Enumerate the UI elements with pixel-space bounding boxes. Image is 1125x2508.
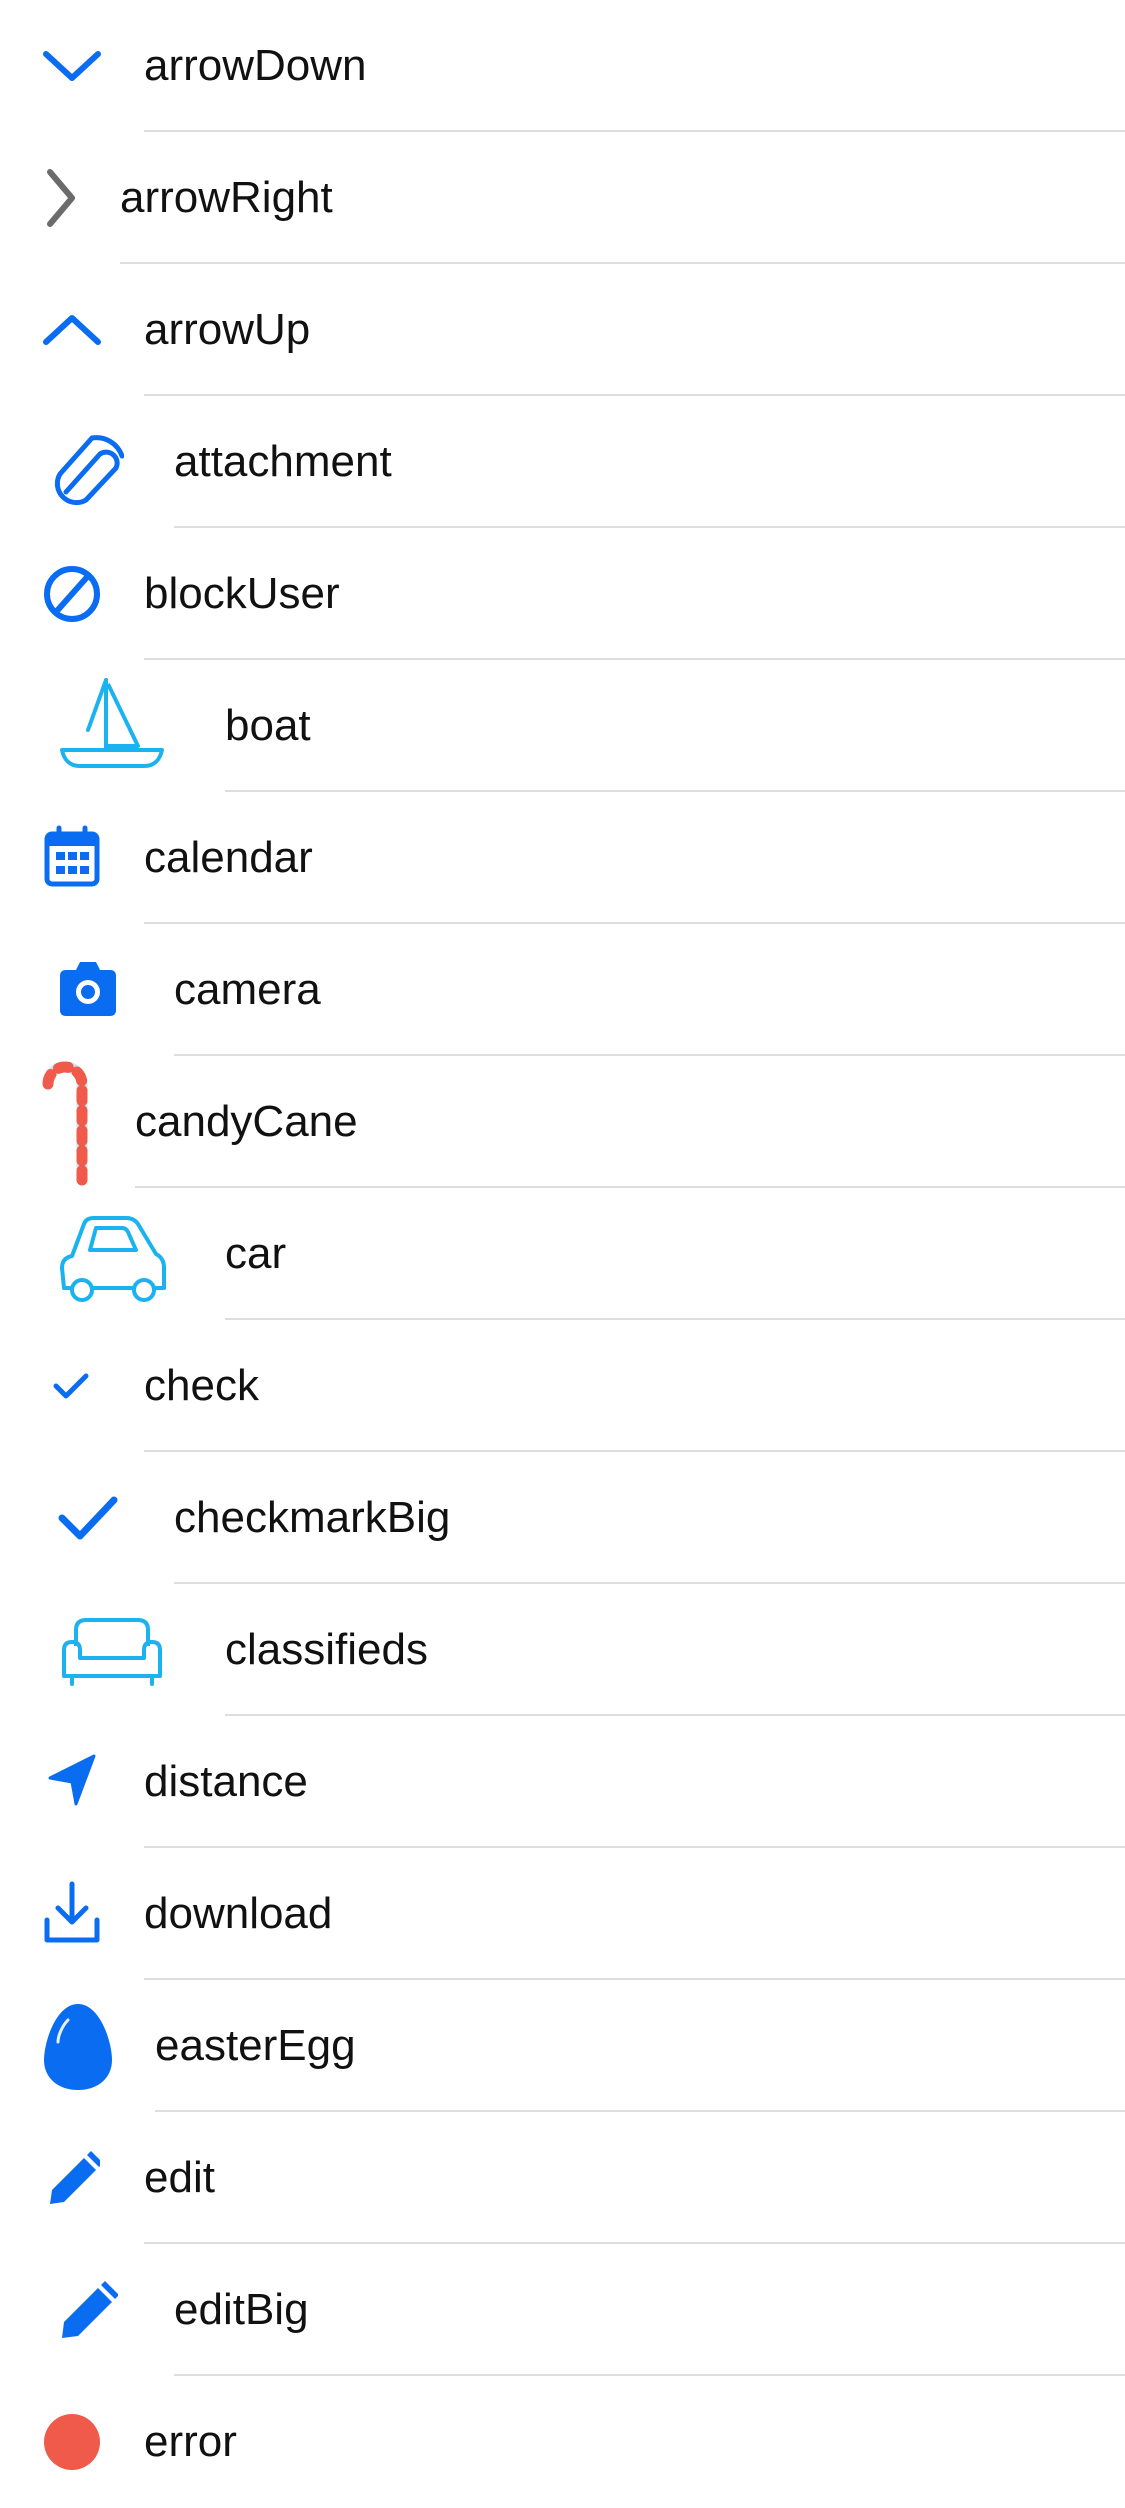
list-item-check[interactable]: check [0, 1320, 1125, 1452]
list-item-calendar[interactable]: calendar [0, 792, 1125, 924]
pencil-icon [50, 2151, 100, 2204]
chevron-right-icon [47, 169, 75, 227]
list-item-download[interactable]: download [0, 1848, 1125, 1980]
calendar-icon [44, 825, 100, 887]
list-item-arrow-right[interactable]: arrowRight [0, 132, 1125, 264]
list-item-label: easterEgg [155, 2021, 356, 2070]
list-item-error[interactable]: error [0, 2376, 1125, 2508]
list-item-label: calendar [144, 833, 313, 882]
list-item-edit[interactable]: edit [0, 2112, 1125, 2244]
list-item-label: edit [144, 2153, 215, 2202]
list-item-label: download [144, 1889, 333, 1938]
sailboat-icon [60, 678, 164, 768]
list-item-arrow-down[interactable]: arrowDown [0, 0, 1125, 132]
list-item-label: arrowUp [144, 305, 311, 354]
pencil-big-icon [62, 2281, 118, 2338]
egg-icon [44, 2004, 112, 2090]
list-item-arrow-up[interactable]: arrowUp [0, 264, 1125, 396]
list-item-candy-cane[interactable]: candyCane [0, 1056, 1125, 1188]
check-icon [53, 1373, 89, 1399]
list-item-distance[interactable]: distance [0, 1716, 1125, 1848]
list-item-label: blockUser [144, 569, 340, 618]
icon-list: arrowDown arrowRight arrowUp attachment … [0, 0, 1125, 2508]
list-item-boat[interactable]: boat [0, 660, 1125, 792]
list-item-label: attachment [174, 437, 392, 486]
sofa-icon [62, 1618, 162, 1686]
list-item-label: camera [174, 965, 321, 1014]
list-item-label: error [144, 2417, 237, 2466]
list-item-label: checkmarkBig [174, 1493, 451, 1542]
list-item-camera[interactable]: camera [0, 924, 1125, 1056]
list-item-block-user[interactable]: blockUser [0, 528, 1125, 660]
list-item-easter-egg[interactable]: easterEgg [0, 1980, 1125, 2112]
list-item-checkmark-big[interactable]: checkmarkBig [0, 1452, 1125, 1584]
download-icon [44, 1881, 100, 1943]
error-icon [44, 2414, 100, 2470]
paperclip-icon [54, 435, 124, 506]
list-item-label: check [144, 1361, 259, 1410]
list-item-attachment[interactable]: attachment [0, 396, 1125, 528]
block-icon [44, 566, 100, 622]
list-item-label: boat [225, 701, 311, 750]
checkmark-big-icon [58, 1496, 118, 1540]
location-arrow-icon [48, 1754, 96, 1806]
list-item-edit-big[interactable]: editBig [0, 2244, 1125, 2376]
chevron-down-icon [43, 51, 101, 81]
candy-cane-icon [42, 1061, 88, 1186]
list-item-label: car [225, 1229, 287, 1278]
car-icon [60, 1216, 166, 1302]
camera-icon [60, 962, 116, 1016]
list-item-label: arrowRight [120, 173, 333, 222]
list-item-label: classifieds [225, 1625, 428, 1674]
list-item-label: arrowDown [144, 41, 367, 90]
list-item-label: candyCane [135, 1097, 358, 1146]
list-item-label: distance [144, 1757, 308, 1806]
chevron-up-icon [43, 315, 101, 345]
list-item-label: editBig [174, 2285, 309, 2334]
list-item-car[interactable]: car [0, 1188, 1125, 1320]
list-item-classifieds[interactable]: classifieds [0, 1584, 1125, 1716]
